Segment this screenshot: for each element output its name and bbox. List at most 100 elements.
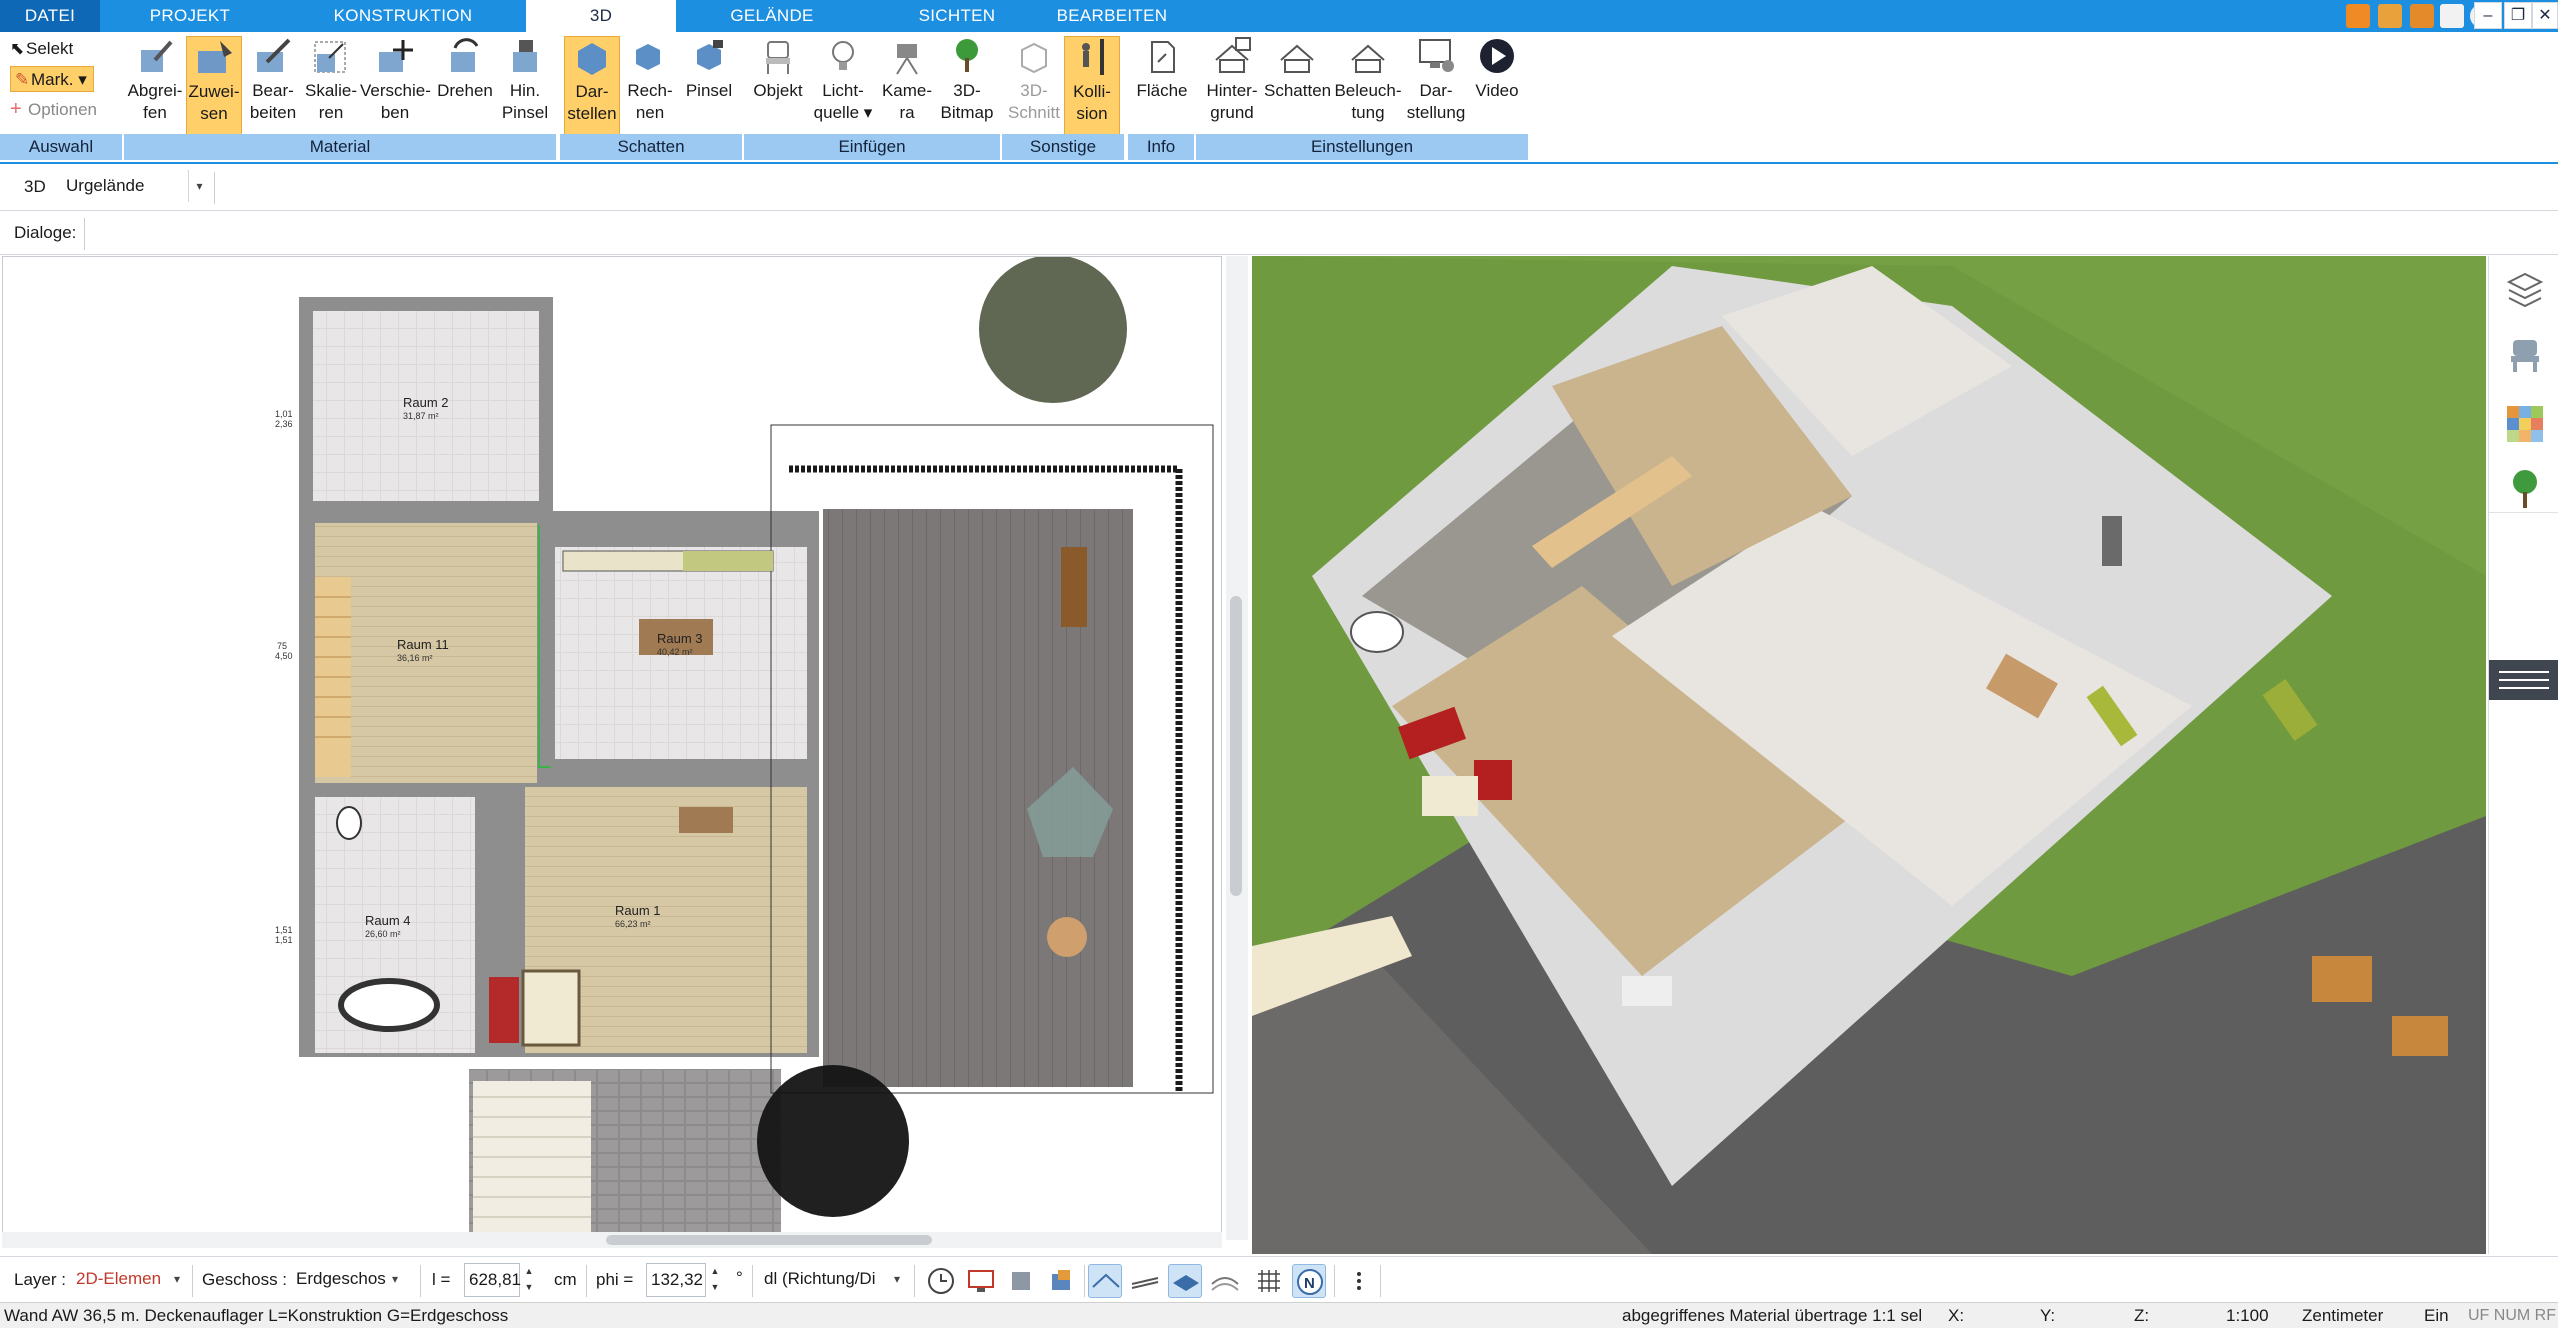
lichtquelle-button[interactable]: Licht-quelle ▾: [810, 36, 876, 136]
scale-icon: [314, 41, 346, 73]
verschieben-button[interactable]: Verschie-ben: [360, 36, 431, 136]
terrain-select[interactable]: Urgelände ▾: [58, 170, 210, 204]
plan-horizontal-scrollbar[interactable]: [2, 1232, 1222, 1248]
scroll-thumb[interactable]: [1230, 596, 1242, 896]
room-11-label: Raum 11: [397, 637, 449, 652]
north-icon[interactable]: N: [1292, 1264, 1326, 1298]
room-4-label: Raum 4: [365, 913, 411, 928]
darstellung-button[interactable]: Dar-stellung: [1404, 36, 1468, 136]
divider: [192, 1265, 193, 1297]
tools-icon[interactable]: [2346, 4, 2370, 28]
drehen-button[interactable]: Drehen: [432, 36, 498, 136]
tab-projekt[interactable]: PROJEKT: [130, 0, 250, 32]
kamera-button[interactable]: Kame-ra: [876, 36, 938, 136]
flaeche-button[interactable]: Fläche: [1132, 36, 1192, 136]
divider: [420, 1265, 421, 1297]
roof-view-icon[interactable]: [1088, 1264, 1122, 1298]
material-palette-icon[interactable]: [2505, 404, 2545, 444]
room-1-area: 66,23 m²: [615, 919, 651, 929]
tab-konstruktion[interactable]: KONSTRUKTION: [320, 0, 486, 32]
tab-datei[interactable]: DATEI: [0, 0, 100, 32]
schatten-pinsel-button[interactable]: Pinsel: [680, 36, 738, 136]
group-einfuegen: Einfügen: [744, 134, 1000, 160]
monitor-icon[interactable]: [964, 1264, 998, 1298]
tab-bearbeiten[interactable]: BEARBEITEN: [1052, 0, 1172, 32]
garden-table: [1047, 917, 1087, 957]
group-info: Info: [1128, 134, 1194, 160]
zuweisen-button[interactable]: Zuwei-sen: [186, 36, 242, 136]
more-options-icon[interactable]: [1342, 1264, 1376, 1298]
objekt-button[interactable]: Objekt: [748, 36, 808, 136]
length-input[interactable]: 628,81: [464, 1263, 521, 1297]
layer-select[interactable]: 2D-Elemen ▾: [70, 1263, 188, 1297]
coord-z-label: Z:: [2134, 1306, 2150, 1325]
abgreifen-button[interactable]: Abgrei-fen: [124, 36, 186, 136]
selekt-button[interactable]: ⬉ Selekt: [10, 36, 73, 62]
bottom-toolbar: Layer : 2D-Elemen ▾ Geschoss : Erdgescho…: [0, 1256, 2558, 1302]
layers-icon[interactable]: [2505, 270, 2545, 310]
tree-bottom: [757, 1065, 909, 1217]
tab-3d[interactable]: 3D: [526, 0, 676, 33]
3d-schnitt-button[interactable]: 3D- Schnitt: [1006, 36, 1062, 136]
3d-view[interactable]: [1252, 256, 2486, 1254]
skalieren-button[interactable]: Skalie-ren: [302, 36, 360, 136]
optionen-button[interactable]: + Optionen: [10, 96, 97, 122]
tree-top: [979, 257, 1127, 403]
print-icon[interactable]: [2410, 4, 2434, 28]
rechnen-button[interactable]: Rech-nen: [622, 36, 678, 136]
plan-vertical-scrollbar[interactable]: [1226, 256, 1248, 1240]
save-icon[interactable]: [2378, 4, 2402, 28]
object-icon[interactable]: [1044, 1264, 1078, 1298]
room-4-area: 26,60 m²: [365, 929, 401, 939]
scroll-thumb[interactable]: [606, 1235, 932, 1245]
restore-button[interactable]: ❐: [2504, 2, 2532, 29]
chair-icon[interactable]: [2505, 336, 2545, 376]
length-label: l =: [432, 1270, 451, 1289]
desk: [679, 807, 733, 833]
3d-bitmap-button[interactable]: 3D- Bitmap: [938, 36, 996, 136]
room-3-label: Raum 3: [657, 631, 703, 646]
3d-house-render[interactable]: [1252, 256, 2486, 1254]
dialog-row: Dialoge:: [0, 212, 2558, 254]
fridge-3d: [2102, 516, 2122, 566]
bearbeiten-button[interactable]: Bear-beiten: [244, 36, 302, 136]
wall-view-icon[interactable]: [1128, 1264, 1162, 1298]
terrain-view-icon[interactable]: [1208, 1264, 1242, 1298]
minimize-button[interactable]: –: [2474, 2, 2502, 29]
tree-icon[interactable]: [2505, 466, 2545, 512]
beleuchtung-button[interactable]: Beleuch-tung: [1332, 36, 1404, 136]
darstellen-button[interactable]: Dar-stellen: [564, 36, 620, 136]
phi-label: phi =: [596, 1270, 634, 1289]
floor-view-icon[interactable]: [1168, 1264, 1202, 1298]
grid-icon[interactable]: [1252, 1264, 1286, 1298]
bathtub-3d: [1350, 611, 1404, 653]
close-button[interactable]: ✕: [2532, 2, 2558, 29]
ribbon: ⬉ Selekt ✎ Mark. ▾ + Optionen Auswahl Abgre…: [0, 32, 2558, 164]
length-stepper[interactable]: ▲ ▼: [520, 1263, 538, 1297]
phi-stepper[interactable]: ▲ ▼: [706, 1263, 724, 1297]
mark-button[interactable]: ✎ Mark. ▾: [10, 66, 94, 92]
light-bulb-icon: [832, 41, 854, 70]
camera-path-icon[interactable]: [1004, 1264, 1038, 1298]
edit-material-icon: [257, 38, 291, 72]
einstellungen-schatten-button[interactable]: Schatten: [1264, 36, 1331, 136]
tab-sichten[interactable]: SICHTEN: [900, 0, 1014, 32]
menu-icon[interactable]: [2489, 660, 2558, 700]
length-unit: cm: [554, 1270, 577, 1289]
clock-icon[interactable]: [924, 1264, 958, 1298]
floor-plan[interactable]: Raum 2 31,87 m² Raum 11 36,16 m² Raum 3 …: [3, 257, 1222, 1240]
settings-icon[interactable]: [2440, 4, 2464, 28]
geschoss-select[interactable]: Erdgeschos ▾: [290, 1263, 406, 1297]
geschoss-label: Geschoss :: [202, 1270, 288, 1289]
tab-gelaende[interactable]: GELÄNDE: [716, 0, 828, 32]
direction-select[interactable]: dl (Richtung/Di ▾: [760, 1263, 908, 1297]
hintergrund-button[interactable]: Hinter-grund: [1200, 36, 1264, 136]
hin-pinsel-button[interactable]: Hin. Pinsel: [498, 36, 552, 136]
kollision-button[interactable]: Kolli-sion: [1064, 36, 1120, 136]
phi-input[interactable]: 132,32: [646, 1263, 706, 1297]
play-icon: [1480, 39, 1514, 73]
tree-icon: [956, 39, 978, 72]
collision-icon: [1082, 39, 1104, 75]
video-button[interactable]: Video: [1470, 36, 1524, 136]
plan-view-2d[interactable]: Raum 2 31,87 m² Raum 11 36,16 m² Raum 3 …: [2, 256, 1222, 1240]
